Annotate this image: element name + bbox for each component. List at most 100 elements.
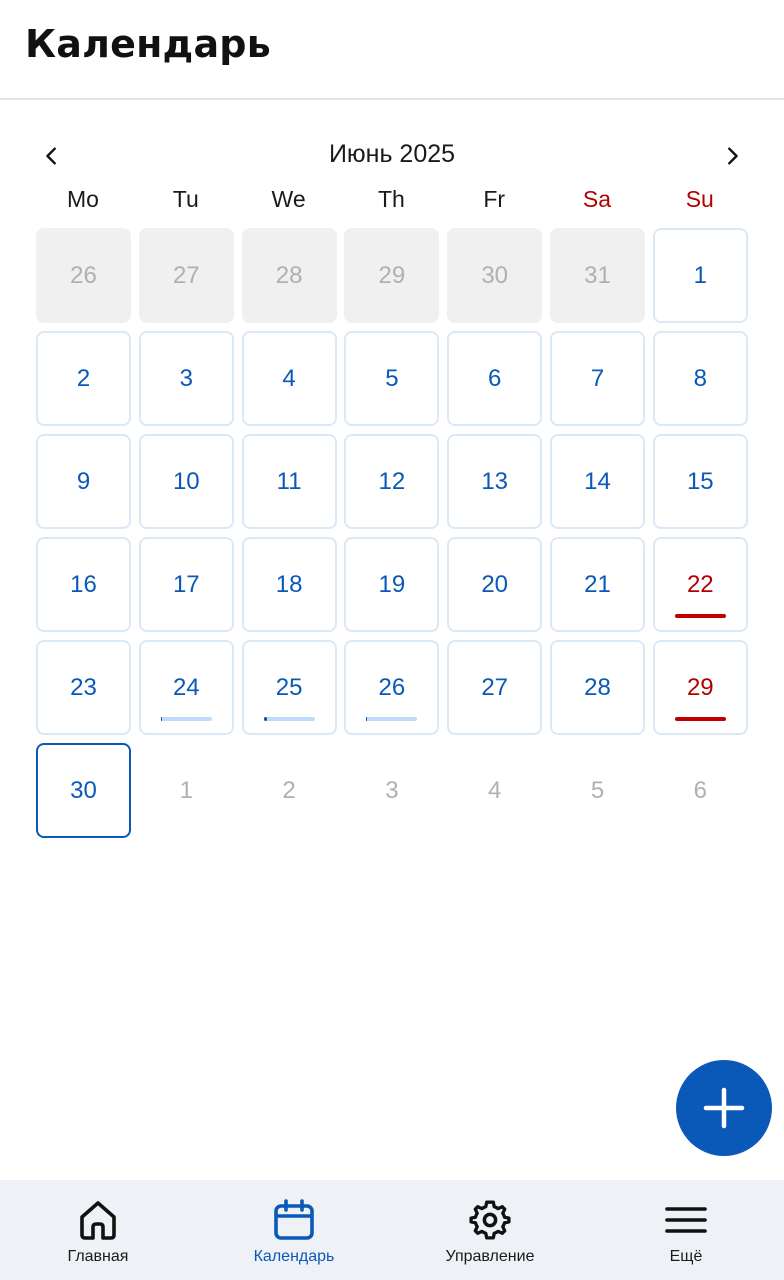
day-number: 30 bbox=[481, 261, 509, 289]
day-number: 12 bbox=[378, 467, 406, 495]
day-number: 26 bbox=[70, 261, 97, 289]
weekday-label: Mo bbox=[67, 186, 99, 212]
calendar-day[interactable]: 23 bbox=[36, 640, 131, 735]
app-screen: Календарь Июнь 2025 Mo Tu We Th Fr Sa Su 26 27 2… bbox=[0, 0, 784, 1280]
calendar-icon bbox=[274, 1199, 314, 1240]
day-number: 29 bbox=[686, 673, 714, 701]
nav-item-management[interactable]: Управление bbox=[392, 1180, 588, 1280]
calendar-day[interactable]: 9 bbox=[36, 434, 131, 529]
day-number: 3 bbox=[179, 364, 193, 392]
calendar-day[interactable]: 29 bbox=[652, 640, 748, 735]
nav-item-label: Управление bbox=[445, 1248, 535, 1265]
calendar-day[interactable]: 17 bbox=[138, 537, 234, 632]
calendar-day[interactable]: 6 bbox=[447, 331, 543, 426]
calendar-day[interactable]: 27 bbox=[138, 228, 234, 323]
nav-item-label: Главная bbox=[67, 1248, 129, 1265]
holiday-indicator bbox=[674, 614, 726, 618]
calendar-day[interactable]: 2 bbox=[241, 743, 337, 838]
day-number: 20 bbox=[481, 570, 509, 598]
day-number: 24 bbox=[172, 673, 200, 701]
calendar-day[interactable]: 1 bbox=[652, 228, 748, 323]
day-number: 2 bbox=[282, 776, 296, 804]
calendar-day[interactable]: 13 bbox=[447, 434, 543, 529]
calendar-day[interactable]: 19 bbox=[344, 537, 440, 632]
calendar-day[interactable]: 26 bbox=[36, 228, 131, 323]
chevron-right-icon bbox=[728, 147, 738, 165]
home-icon bbox=[80, 1201, 116, 1240]
day-number: 5 bbox=[590, 776, 605, 804]
calendar-day[interactable]: 3 bbox=[138, 331, 234, 426]
day-number: 4 bbox=[282, 364, 296, 392]
calendar-day[interactable]: 8 bbox=[652, 331, 748, 426]
day-number: 1 bbox=[693, 261, 707, 289]
calendar-day-today[interactable]: 30 bbox=[36, 743, 131, 838]
calendar-day[interactable]: 28 bbox=[550, 640, 645, 735]
calendar-day[interactable]: 4 bbox=[241, 331, 337, 426]
calendar-day[interactable]: 10 bbox=[138, 434, 234, 529]
calendar-day[interactable]: 27 bbox=[447, 640, 543, 735]
weekday-label: Sa bbox=[582, 186, 612, 212]
calendar-day[interactable]: 16 bbox=[36, 537, 131, 632]
calendar-day[interactable]: 21 bbox=[550, 537, 645, 632]
day-number: 16 bbox=[70, 570, 97, 598]
weekday-label: Fr bbox=[483, 186, 506, 212]
weekday-label: Su bbox=[685, 186, 714, 212]
calendar-day[interactable]: 7 bbox=[550, 331, 645, 426]
day-number: 17 bbox=[172, 570, 200, 598]
calendar-day[interactable]: 28 bbox=[241, 228, 337, 323]
day-number: 30 bbox=[70, 776, 97, 804]
day-number: 15 bbox=[686, 467, 714, 495]
calendar-day[interactable]: 11 bbox=[241, 434, 337, 529]
day-number: 22 bbox=[686, 570, 714, 598]
calendar-day[interactable]: 20 bbox=[447, 537, 543, 632]
calendar-day[interactable]: 30 bbox=[447, 228, 543, 323]
add-event-button[interactable] bbox=[676, 1060, 772, 1156]
calendar-day[interactable]: 6 bbox=[652, 743, 748, 838]
weekday-label: Tu bbox=[172, 186, 199, 212]
day-number: 13 bbox=[481, 467, 509, 495]
calendar-day[interactable]: 15 bbox=[652, 434, 748, 529]
calendar-day[interactable]: 14 bbox=[550, 434, 645, 529]
day-number: 18 bbox=[275, 570, 303, 598]
next-month-button[interactable] bbox=[712, 136, 752, 176]
day-number: 27 bbox=[172, 261, 200, 289]
day-number: 26 bbox=[378, 673, 406, 701]
nav-item-calendar[interactable]: Календарь bbox=[196, 1180, 392, 1280]
day-number: 6 bbox=[693, 776, 707, 804]
event-progress-bar bbox=[366, 717, 418, 721]
calendar-day[interactable]: 5 bbox=[550, 743, 645, 838]
calendar-day[interactable]: 24 bbox=[138, 640, 234, 735]
day-number: 6 bbox=[488, 364, 502, 392]
calendar-day[interactable]: 22 bbox=[652, 537, 748, 632]
calendar-day[interactable]: 12 bbox=[344, 434, 440, 529]
day-number: 1 bbox=[179, 776, 193, 804]
calendar-day[interactable]: 3 bbox=[344, 743, 440, 838]
day-number: 19 bbox=[378, 570, 406, 598]
calendar-day[interactable]: 5 bbox=[344, 331, 440, 426]
event-progress-fill bbox=[160, 717, 162, 721]
event-progress-bar bbox=[160, 717, 212, 721]
calendar-day[interactable]: 4 bbox=[447, 743, 543, 838]
nav-item-label: Ещё bbox=[669, 1248, 703, 1265]
calendar-day[interactable]: 18 bbox=[241, 537, 337, 632]
nav-item-home[interactable]: Главная bbox=[0, 1180, 196, 1280]
calendar-day[interactable]: 1 bbox=[138, 743, 234, 838]
calendar-day[interactable]: 26 bbox=[344, 640, 440, 735]
weekday-label: We bbox=[271, 186, 306, 212]
calendar-day[interactable]: 31 bbox=[550, 228, 645, 323]
event-progress-bar bbox=[263, 717, 315, 721]
day-number: 3 bbox=[385, 776, 399, 804]
event-progress-fill bbox=[263, 717, 267, 721]
day-number: 4 bbox=[488, 776, 502, 804]
day-number: 25 bbox=[275, 673, 303, 701]
gear-icon bbox=[469, 1200, 511, 1240]
month-navigation: Июнь 2025 bbox=[32, 130, 752, 182]
nav-item-more[interactable]: Ещё bbox=[588, 1180, 784, 1280]
calendar-day[interactable]: 29 bbox=[344, 228, 440, 323]
day-number: 23 bbox=[70, 673, 97, 701]
calendar-day[interactable]: 25 bbox=[241, 640, 337, 735]
calendar-day[interactable]: 2 bbox=[36, 331, 131, 426]
day-number: 2 bbox=[76, 364, 91, 392]
nav-item-label: Календарь bbox=[253, 1248, 335, 1265]
day-number: 8 bbox=[693, 364, 707, 392]
